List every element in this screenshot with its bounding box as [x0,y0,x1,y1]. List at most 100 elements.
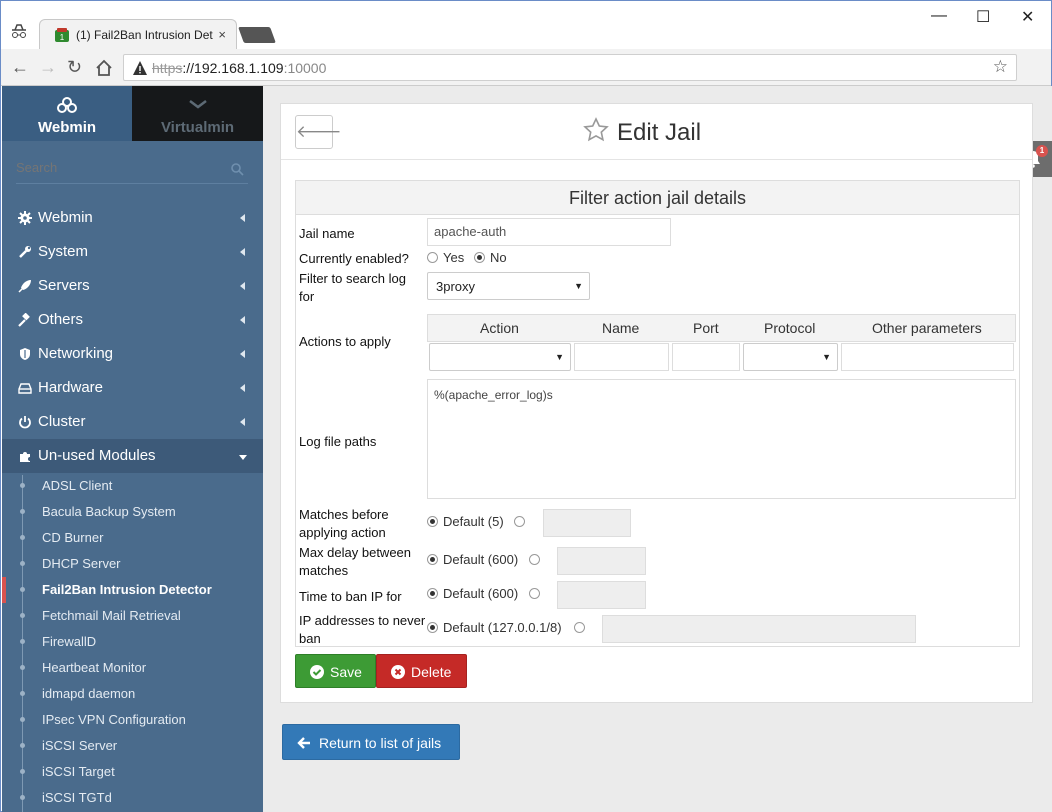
col-protocol: Protocol [764,320,816,336]
tab-close-button[interactable]: × [218,27,226,42]
sidebar-module-iscsi-tgtd[interactable]: iSCSI TGTd [2,785,263,811]
maximize-icon[interactable]: ☐ [976,7,990,27]
url-text: https://192.168.1.109:10000 [152,60,327,76]
ban-time-default-radio[interactable] [427,588,438,599]
jail-name-label: Jail name [299,226,355,241]
sidebar-module-cd-burner[interactable]: CD Burner [2,525,263,551]
sidebar-module-adsl-client[interactable]: ADSL Client [2,473,263,499]
chevron-left-icon [240,316,245,324]
sidebar-search-input[interactable] [16,160,216,175]
sidebar-module-iscsi-target[interactable]: iSCSI Target [2,759,263,785]
panel-header: 🡐 Edit Jail [281,104,1032,160]
chevron-left-icon [240,418,245,426]
filter-select[interactable]: 3proxy ▼ [427,272,590,300]
ignore-ip-default-radio[interactable] [427,622,438,633]
sidebar-module-fetchmail[interactable]: Fetchmail Mail Retrieval [2,603,263,629]
wrench-icon [19,246,31,258]
action-other-params-field[interactable] [841,343,1014,371]
minimize-icon[interactable]: — [931,7,947,25]
max-delay-field[interactable] [557,547,646,575]
max-delay-label: Max delay between matches [299,545,412,578]
log-paths-textarea[interactable]: %(apache_error_log)s [427,379,1016,499]
content-panel: 🡐 Edit Jail Filter action jail details J… [280,103,1033,703]
reload-icon[interactable]: ↻ [67,57,82,78]
home-icon[interactable] [95,59,113,77]
favorite-star-icon[interactable] [583,117,609,143]
col-other-params: Other parameters [872,320,982,336]
log-paths-label: Log file paths [299,434,377,449]
new-tab-button[interactable] [238,27,276,43]
close-window-icon[interactable]: ✕ [1021,7,1034,27]
sidebar-module-idmapd[interactable]: idmapd daemon [2,681,263,707]
ban-time-custom-radio[interactable] [529,588,540,599]
sidebar-search[interactable] [16,160,248,184]
matches-default-label: Default (5) [443,514,504,529]
sidebar-module-dhcp-server[interactable]: DHCP Server [2,551,263,577]
col-action: Action [480,320,519,336]
max-delay-default-radio[interactable] [427,554,438,565]
matches-field[interactable] [543,509,631,537]
svg-text:1: 1 [60,33,65,42]
shield-icon [20,348,30,360]
action-name-field[interactable] [574,343,669,371]
ignore-ip-field[interactable] [602,615,916,643]
tab-title: (1) Fail2Ban Intrusion Det [76,28,213,42]
sidebar-category-webmin[interactable]: Webmin [2,201,263,235]
sidebar-module-ipsec[interactable]: IPsec VPN Configuration [2,707,263,733]
delete-button[interactable]: Delete [376,654,467,688]
chevron-left-icon [240,384,245,392]
tab-virtualmin[interactable]: Virtualmin [132,86,263,141]
hdd-icon [18,383,32,394]
url-field[interactable]: https://192.168.1.109:10000 ☆ [123,54,1017,81]
enabled-yes-label: Yes [443,250,465,265]
ignore-ip-custom-radio[interactable] [574,622,585,633]
sidebar-module-firewalld[interactable]: FirewallD [2,629,263,655]
return-to-jails-button[interactable]: Return to list of jails [282,724,460,760]
sidebar-module-fail2ban[interactable]: Fail2Ban Intrusion Detector [2,577,263,603]
sidebar-category-cluster[interactable]: Cluster [2,405,263,439]
jail-name-field[interactable]: apache-auth [427,218,671,246]
sidebar-category-unused-modules[interactable]: Un-used Modules [2,439,263,473]
save-button[interactable]: Save [295,654,376,688]
tab-webmin[interactable]: Webmin [2,86,132,141]
sidebar-module-heartbeat[interactable]: Heartbeat Monitor [2,655,263,681]
matches-custom-radio[interactable] [514,516,525,527]
sidebar-category-networking[interactable]: Networking [2,337,263,371]
action-select[interactable]: ▼ [429,343,571,371]
enabled-no-radio[interactable] [474,252,485,263]
max-delay-custom-radio[interactable] [529,554,540,565]
forward-arrow-icon[interactable]: → [39,57,57,78]
times-circle-icon [391,665,405,679]
virtualmin-logo-icon [189,100,207,109]
warning-icon [133,61,147,75]
enabled-yes-radio[interactable] [427,252,438,263]
sidebar-module-iscsi-server[interactable]: iSCSI Server [2,733,263,759]
matches-default-radio[interactable] [427,516,438,527]
ban-time-label: Time to ban IP for [299,589,402,604]
search-icon[interactable] [230,162,244,176]
main-content: 1 🡐 Edit Jail Filter action jail details… [263,86,1052,812]
bookmark-star-icon[interactable]: ☆ [993,57,1008,77]
title-bar: 1 (1) Fail2Ban Intrusion Det × — ☐ ✕ [1,1,1051,49]
sidebar-category-system[interactable]: System [2,235,263,269]
ban-time-field[interactable] [557,581,646,609]
back-button[interactable]: 🡐 [295,115,342,149]
sidebar-category-others[interactable]: Others [2,303,263,337]
incognito-icon [12,24,26,38]
sidebar-module-bacula[interactable]: Bacula Backup System [2,499,263,525]
webmin-logo-icon [57,97,77,113]
sidebar-category-hardware[interactable]: Hardware [2,371,263,405]
sidebar-category-servers[interactable]: Servers [2,269,263,303]
form-title: Filter action jail details [296,181,1019,215]
caret-down-icon: ▼ [822,352,831,362]
browser-tab[interactable]: 1 (1) Fail2Ban Intrusion Det × [39,19,237,49]
back-arrow-icon[interactable]: ← [11,57,29,78]
notification-badge: 1 [1036,145,1048,157]
rocket-icon [18,280,31,293]
webmin-favicon-icon: 1 [55,28,69,42]
action-protocol-select[interactable]: ▼ [743,343,838,371]
action-port-field[interactable] [672,343,740,371]
address-bar: ← → ↻ https://192.168.1.109:10000 ☆ ··· [1,49,1051,128]
page-title: Edit Jail [617,119,702,146]
browser-window: 1 (1) Fail2Ban Intrusion Det × — ☐ ✕ ← →… [0,0,1052,812]
